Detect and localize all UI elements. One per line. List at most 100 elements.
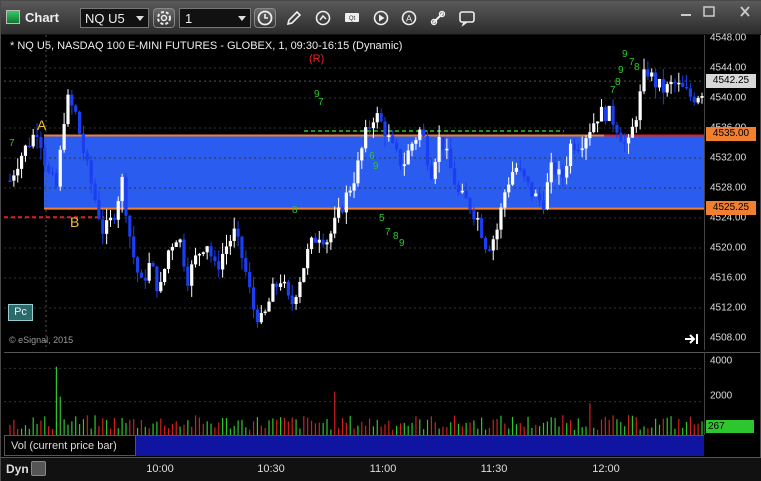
candle-body — [23, 145, 28, 156]
candle-body — [545, 182, 549, 210]
watermark: © eSignal, 2015 — [9, 335, 74, 345]
marker-b: B — [70, 214, 80, 230]
chart-title: * NQ U5, NASDAQ 100 E-MINI FUTURES - GLO… — [10, 40, 403, 52]
comment-icon[interactable] — [457, 8, 479, 28]
candle-body — [77, 111, 82, 134]
candle-body — [480, 218, 484, 238]
price-axis[interactable]: 4548.00 4544.00 4540.00 4536.00 4532.00 … — [704, 33, 760, 350]
candle-body — [499, 207, 503, 230]
candle-body — [294, 297, 298, 305]
time-axis[interactable]: Dyn 10:00 10:30 11:00 11:30 12:00 — [1, 457, 761, 481]
candle-body — [510, 171, 515, 185]
interval-input[interactable]: 1 — [179, 8, 251, 28]
pc-button[interactable]: Pc — [8, 304, 33, 321]
candle-body — [279, 283, 283, 287]
candle-body — [619, 132, 623, 142]
candle-body — [251, 287, 256, 310]
candle-body — [286, 281, 290, 296]
close-icon[interactable] — [736, 5, 754, 19]
candle-body — [696, 97, 700, 103]
candle-body — [429, 165, 433, 179]
candle-body — [592, 123, 596, 133]
volume-legend[interactable]: Vol (current price bar) — [4, 435, 136, 456]
price-chart[interactable]: * NQ U5, NASDAQ 100 E-MINI FUTURES - GLO… — [4, 35, 704, 350]
candle-body — [213, 256, 217, 262]
window-title: Chart — [25, 10, 59, 25]
interval-clock-button[interactable] — [254, 8, 276, 28]
green-annotation: 7 — [385, 227, 391, 238]
price-plot — [4, 35, 704, 350]
r-marker: (R) — [309, 53, 325, 65]
candle-body — [394, 142, 399, 150]
lock-icon[interactable] — [31, 461, 46, 476]
candle-body — [518, 167, 522, 170]
candle-body — [143, 277, 147, 281]
link-icon[interactable] — [428, 8, 450, 28]
candle-body — [418, 129, 422, 141]
candle-body — [364, 127, 368, 149]
candle-body — [661, 78, 665, 93]
interval-value: 1 — [185, 11, 193, 26]
candle-body — [182, 239, 186, 267]
candle-body — [584, 138, 588, 149]
candle-body — [97, 199, 101, 219]
volume-tick: 2000 — [710, 390, 733, 402]
quote-icon[interactable]: Qt — [342, 8, 364, 28]
candle-body — [105, 220, 109, 234]
minimize-icon[interactable] — [677, 5, 695, 19]
volume-pane[interactable] — [4, 352, 704, 435]
candle-body — [306, 249, 310, 269]
candle-body — [12, 175, 16, 181]
candle-body — [507, 184, 511, 193]
candle-body — [50, 172, 55, 174]
candle-body — [39, 137, 43, 149]
candle-body — [321, 239, 325, 245]
candle-body — [221, 253, 225, 270]
candle-body — [599, 106, 604, 122]
candle-body — [58, 149, 62, 187]
go-to-last-bar-icon[interactable] — [684, 332, 700, 346]
candle-body — [8, 180, 12, 182]
candle-body — [81, 133, 86, 153]
maximize-icon[interactable] — [700, 5, 718, 19]
price-tick: 4512.00 — [710, 302, 747, 314]
chevron-down-icon[interactable] — [238, 16, 246, 21]
candle-body — [615, 124, 619, 133]
candle-body — [31, 134, 35, 147]
volume-axis[interactable]: 4000 2000 267 — [704, 352, 760, 435]
candle-body — [665, 84, 669, 93]
candle-body — [240, 236, 244, 259]
pencil-icon[interactable] — [284, 8, 306, 28]
candle-body — [259, 312, 263, 323]
candle-body — [375, 113, 379, 123]
green-annotation: 5 — [379, 213, 385, 224]
refresh-icon[interactable] — [313, 8, 335, 28]
symbol-settings-button[interactable] — [153, 8, 175, 28]
candle-body — [70, 94, 74, 106]
candle-body — [217, 261, 221, 270]
candle-body — [549, 162, 553, 183]
candle-body — [271, 283, 275, 302]
chart-window: Chart NQ U5 1 Qt A * NQ U5, NASDAQ 100 E… — [0, 0, 761, 481]
candle-body — [197, 253, 202, 256]
chevron-down-icon[interactable] — [136, 16, 144, 21]
candle-body — [611, 105, 615, 125]
green-annotation: 7 — [9, 138, 15, 149]
candle-body — [228, 240, 232, 247]
candle-body — [232, 228, 236, 241]
font-icon[interactable]: A — [399, 8, 421, 28]
candle-body — [205, 246, 209, 253]
time-tick: 12:00 — [592, 463, 620, 475]
green-annotation: 9 — [618, 65, 624, 76]
dynamic-mode-label[interactable]: Dyn — [6, 462, 29, 476]
candle-body — [441, 136, 445, 151]
play-icon[interactable] — [371, 8, 393, 28]
green-annotation: 7 — [318, 97, 324, 108]
candle-body — [572, 143, 577, 150]
candle-body — [534, 193, 538, 197]
time-tick: 10:00 — [146, 463, 174, 475]
time-tick: 10:30 — [257, 463, 285, 475]
symbol-input[interactable]: NQ U5 — [80, 8, 149, 28]
candle-body — [460, 190, 464, 193]
candle-body — [561, 169, 565, 178]
